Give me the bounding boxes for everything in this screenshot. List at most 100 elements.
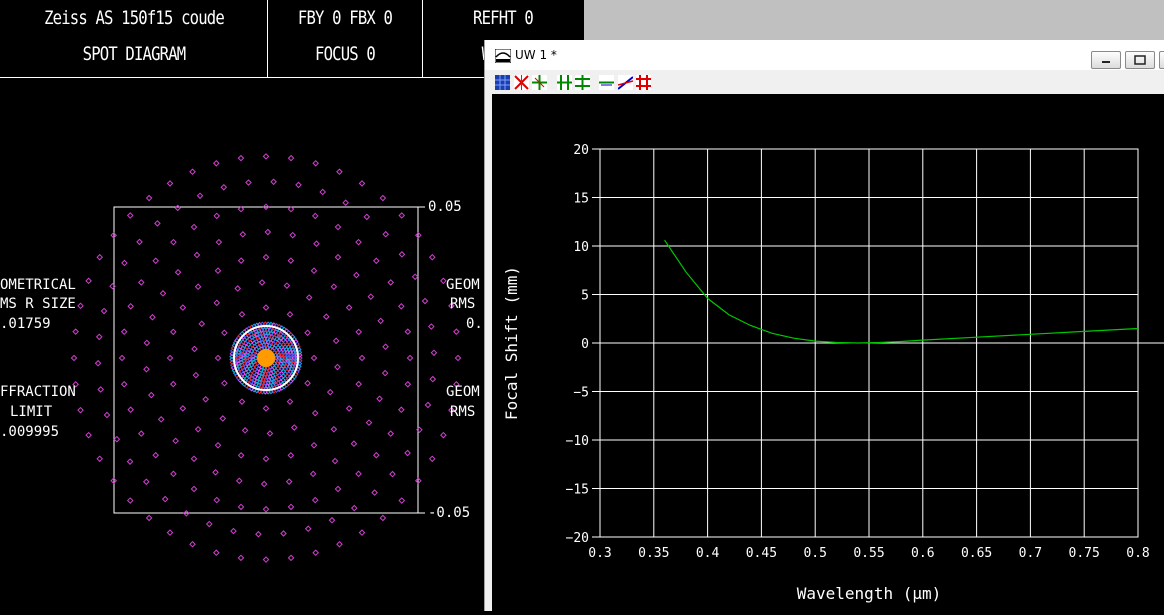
ray-point: [85, 277, 92, 285]
ray-point: [353, 271, 360, 279]
y-tick-label: 10: [573, 240, 589, 255]
ray-point: [310, 354, 318, 362]
ray-point: [428, 253, 436, 261]
ray-point: [350, 440, 358, 448]
maximize-button[interactable]: [1125, 51, 1155, 69]
ray-point: [70, 354, 78, 362]
y-tick-label: 15: [573, 192, 589, 207]
diffraction-label: LIMIT: [10, 404, 53, 420]
ray-point: [212, 469, 219, 476]
ray-point: [429, 375, 437, 383]
y-tick-label: −5: [573, 386, 589, 401]
ray-point: [331, 457, 339, 465]
app-curve-icon: [495, 49, 511, 63]
ray-point: [312, 549, 320, 557]
hsplit-icon[interactable]: [557, 75, 572, 90]
ray-point: [336, 168, 343, 176]
minimize-button[interactable]: [1091, 51, 1121, 69]
ray-point: [157, 416, 165, 423]
ray-point: [355, 238, 362, 246]
ray-point: [310, 267, 318, 275]
ray-point: [169, 380, 177, 388]
cross-red-icon[interactable]: [514, 75, 529, 90]
ray-point: [260, 480, 268, 488]
uw1-window[interactable]: UW 1 * 0.3 0.35 0.4 0.45 0.5 0.55 0.6 0.…: [484, 40, 1164, 611]
ray-point: [305, 294, 313, 301]
ray-point: [330, 425, 338, 433]
header-divider: [422, 0, 423, 77]
ray-point: [367, 293, 375, 300]
ray-point: [143, 365, 150, 373]
ray-point: [96, 455, 104, 463]
ray-point: [381, 369, 389, 377]
ray-point: [287, 452, 295, 459]
ray-point: [264, 228, 272, 236]
ray-point: [77, 302, 84, 310]
ray-point: [334, 223, 342, 231]
ray-point: [190, 455, 198, 463]
ray-point: [172, 437, 179, 445]
ray-point: [287, 503, 295, 511]
ray-point: [142, 478, 150, 486]
ray-point: [355, 470, 362, 478]
ray-point: [190, 223, 198, 231]
window-titlebar[interactable]: UW 1 *: [485, 40, 1164, 70]
ray-point: [428, 323, 435, 330]
window-title: UW 1 *: [515, 48, 557, 62]
curve-icon[interactable]: [618, 75, 633, 90]
ray-point: [238, 398, 246, 405]
ray-point: [237, 554, 245, 562]
ray-point: [345, 304, 353, 311]
ray-point: [166, 529, 174, 536]
ray-point: [94, 359, 102, 367]
cross-green-icon[interactable]: [532, 75, 547, 90]
ray-point: [205, 520, 213, 528]
mesh-icon[interactable]: [636, 75, 651, 90]
ray-point: [85, 431, 92, 439]
ray-point: [286, 311, 294, 318]
ray-point: [453, 328, 460, 335]
ray-point: [342, 199, 349, 206]
ray-point: [120, 328, 128, 336]
ray-point: [440, 431, 447, 439]
vsplit-icon[interactable]: [575, 75, 590, 90]
line-icon[interactable]: [599, 75, 614, 90]
ray-point: [100, 307, 108, 315]
ray-point: [152, 451, 159, 459]
ray-point: [143, 339, 151, 347]
focal-shift-plot: 0.3 0.35 0.4 0.45 0.5 0.55 0.6 0.65 0.7 0.75 0.8 20…: [492, 94, 1164, 611]
ray-point: [214, 267, 222, 275]
ray-point: [411, 273, 419, 281]
x-tick-label: 0.6: [911, 546, 934, 561]
ray-point: [262, 405, 270, 412]
ray-point: [334, 253, 342, 261]
ray-point: [255, 530, 262, 538]
grid-icon[interactable]: [495, 75, 510, 90]
ray-point: [286, 398, 294, 405]
ray-point: [382, 230, 390, 238]
ray-point: [235, 477, 243, 485]
ray-point: [266, 430, 274, 437]
ray-point: [358, 354, 366, 362]
x-axis-label: Wavelength (μm): [797, 584, 942, 603]
ray-point: [126, 497, 134, 504]
ray-point: [287, 554, 295, 562]
minimize-icon: [1102, 61, 1110, 63]
ray-point: [166, 354, 174, 362]
ray-point: [214, 354, 222, 362]
ray-point: [126, 212, 134, 219]
ray-point: [149, 313, 156, 321]
ray-point: [113, 435, 121, 443]
ray-point: [237, 452, 245, 459]
ray-point: [379, 514, 387, 522]
close-button[interactable]: [1159, 51, 1164, 69]
geo-right-label: RMS: [450, 296, 476, 312]
scale-top-label: 0.05: [428, 199, 462, 215]
ray-point: [313, 240, 320, 247]
ray-point: [358, 529, 366, 536]
ray-point: [77, 406, 84, 414]
ray-point: [334, 485, 342, 493]
ray-point: [398, 302, 405, 310]
ray-point: [262, 505, 270, 513]
ray-point: [424, 401, 432, 409]
